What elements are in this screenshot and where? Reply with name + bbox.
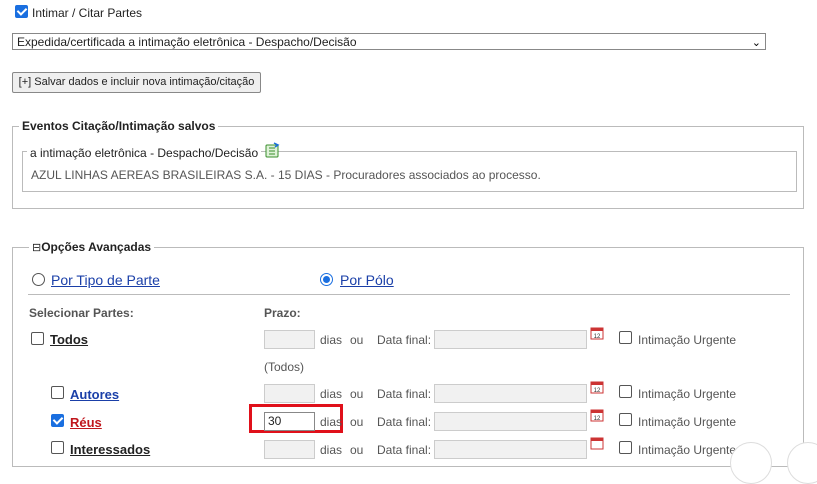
eventos-inner-legend: a intimação eletrônica - Despacho/Decisã… bbox=[27, 146, 262, 160]
opcoes-legend[interactable]: ⊟Opções Avançadas bbox=[29, 240, 155, 254]
urgente-checkbox-autores[interactable] bbox=[619, 385, 632, 398]
urgente-checkbox-interessados[interactable] bbox=[619, 441, 632, 454]
ou-label: ou bbox=[350, 333, 364, 347]
intimar-label: Intimar / Citar Partes bbox=[32, 6, 143, 20]
col-header-prazo: Prazo: bbox=[264, 306, 301, 320]
radio-por-tipo-label[interactable]: Por Tipo de Parte bbox=[51, 272, 160, 288]
party-autores[interactable]: Autores bbox=[70, 387, 119, 402]
radio-por-polo-label[interactable]: Por Pólo bbox=[340, 272, 394, 288]
urgente-checkbox-reus[interactable] bbox=[619, 413, 632, 426]
prazo-input-reus[interactable]: 30 bbox=[264, 412, 315, 431]
urgente-label: Intimação Urgente bbox=[638, 415, 737, 429]
data-final-input-autores[interactable] bbox=[434, 384, 587, 403]
party-interessados[interactable]: Interessados bbox=[70, 442, 150, 457]
divider bbox=[28, 294, 790, 295]
data-final-label: Data final: bbox=[377, 387, 432, 401]
floating-button[interactable] bbox=[730, 442, 772, 484]
floating-button[interactable] bbox=[787, 442, 817, 484]
party-reus[interactable]: Réus bbox=[70, 415, 102, 430]
prazo-input-autores[interactable] bbox=[264, 384, 315, 403]
calendar-icon[interactable]: 12 bbox=[590, 408, 604, 422]
dias-label: dias bbox=[320, 387, 343, 401]
dias-label: dias bbox=[320, 415, 343, 429]
svg-text:12: 12 bbox=[594, 334, 601, 340]
data-final-label: Data final: bbox=[377, 443, 432, 457]
dias-label: dias bbox=[320, 333, 343, 347]
select-value: Expedida/certificada a intimação eletrôn… bbox=[17, 35, 357, 49]
checkbox-todos[interactable] bbox=[31, 332, 44, 345]
ou-label: ou bbox=[350, 387, 364, 401]
dias-label: dias bbox=[320, 443, 343, 457]
intimar-checkbox[interactable] bbox=[15, 5, 28, 18]
data-final-input-todos[interactable] bbox=[434, 330, 587, 349]
data-final-input-reus[interactable] bbox=[434, 412, 587, 431]
urgente-label: Intimação Urgente bbox=[638, 387, 737, 401]
prazo-input-interessados[interactable] bbox=[264, 440, 315, 459]
prazo-value-reus: 30 bbox=[268, 414, 282, 428]
save-and-add-button[interactable]: [+] Salvar dados e incluir nova intimaçã… bbox=[12, 72, 261, 93]
urgente-checkbox-todos[interactable] bbox=[619, 331, 632, 344]
radio-por-tipo[interactable] bbox=[32, 273, 45, 286]
col-header-partes: Selecionar Partes: bbox=[29, 306, 134, 320]
ou-label: ou bbox=[350, 443, 364, 457]
calendar-icon[interactable]: 12 bbox=[590, 380, 604, 394]
party-todos[interactable]: Todos bbox=[50, 332, 88, 347]
calendar-icon[interactable] bbox=[590, 436, 604, 450]
chevron-down-icon: ⌄ bbox=[751, 37, 761, 49]
data-final-label: Data final: bbox=[377, 415, 432, 429]
urgente-label: Intimação Urgente bbox=[638, 333, 737, 347]
data-final-label: Data final: bbox=[377, 333, 432, 347]
data-final-input-interessados[interactable] bbox=[434, 440, 587, 459]
calendar-icon[interactable]: 12 bbox=[590, 326, 604, 340]
intimacao-type-select[interactable]: Expedida/certificada a intimação eletrôn… bbox=[12, 33, 766, 50]
recycle-icon[interactable] bbox=[264, 142, 280, 158]
svg-text:12: 12 bbox=[594, 416, 601, 422]
eventos-content: AZUL LINHAS AEREAS BRASILEIRAS S.A. - 15… bbox=[31, 168, 541, 182]
checkbox-reus[interactable] bbox=[51, 414, 64, 427]
prazo-input-todos[interactable] bbox=[264, 330, 315, 349]
ou-label: ou bbox=[350, 415, 364, 429]
checkbox-interessados[interactable] bbox=[51, 441, 64, 454]
eventos-legend: Eventos Citação/Intimação salvos bbox=[19, 119, 219, 133]
collapse-icon[interactable]: ⊟ bbox=[32, 242, 41, 254]
svg-text:12: 12 bbox=[594, 388, 601, 394]
todos-note: (Todos) bbox=[264, 360, 305, 374]
urgente-label: Intimação Urgente bbox=[638, 443, 737, 457]
opcoes-legend-text: Opções Avançadas bbox=[41, 240, 152, 254]
radio-por-polo[interactable] bbox=[320, 273, 333, 286]
checkbox-autores[interactable] bbox=[51, 386, 64, 399]
